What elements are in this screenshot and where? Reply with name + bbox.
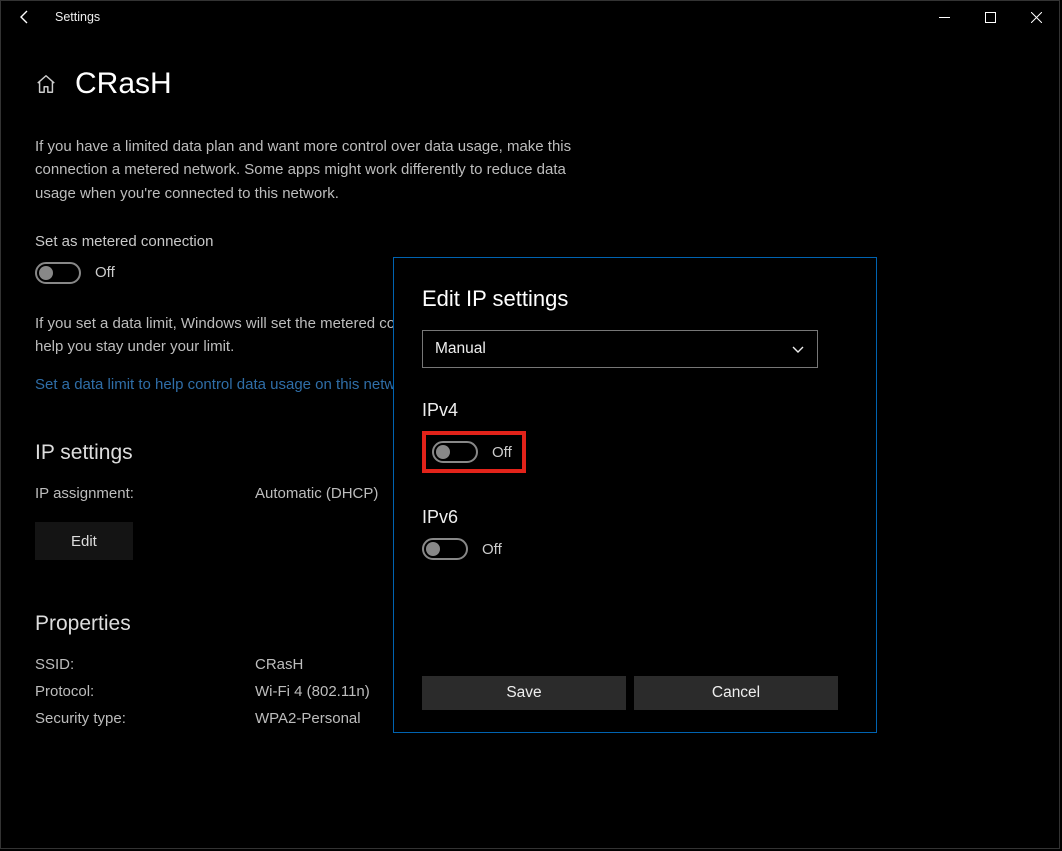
toggle-knob (39, 266, 53, 280)
toggle-knob (426, 542, 440, 556)
ip-assignment-value: Automatic (DHCP) (255, 485, 378, 502)
settings-window: Settings CRasH If you have a limited dat… (0, 0, 1060, 849)
arrow-left-icon (17, 9, 33, 25)
ipv4-heading: IPv4 (422, 400, 848, 421)
ipv4-highlight: Off (422, 431, 526, 473)
titlebar: Settings (1, 1, 1059, 33)
toggle-knob (436, 445, 450, 459)
property-value: CRasH (255, 656, 303, 673)
maximize-button[interactable] (967, 1, 1013, 33)
ipv4-toggle[interactable] (432, 441, 478, 463)
window-title: Settings (49, 10, 100, 24)
property-value: WPA2-Personal (255, 710, 361, 727)
ip-assignment-label: IP assignment: (35, 485, 255, 502)
edit-ip-dialog: Edit IP settings Manual IPv4 Off IPv6 Of… (393, 257, 877, 733)
maximize-icon (985, 12, 996, 23)
home-icon (35, 73, 57, 95)
metered-label: Set as metered connection (35, 233, 607, 250)
minimize-icon (939, 12, 950, 23)
ipv4-toggle-state: Off (492, 444, 512, 461)
property-key: SSID: (35, 656, 255, 673)
dialog-buttons: Save Cancel (422, 676, 838, 710)
close-icon (1031, 12, 1042, 23)
data-limit-link[interactable]: Set a data limit to help control data us… (35, 376, 416, 393)
metered-toggle[interactable] (35, 262, 81, 284)
ip-mode-value: Manual (435, 340, 486, 358)
ipv6-heading: IPv6 (422, 507, 848, 528)
page-header: CRasH (35, 67, 607, 101)
save-button[interactable]: Save (422, 676, 626, 710)
close-button[interactable] (1013, 1, 1059, 33)
property-value: Wi-Fi 4 (802.11n) (255, 683, 370, 700)
ipv6-toggle[interactable] (422, 538, 468, 560)
property-key: Protocol: (35, 683, 255, 700)
edit-button[interactable]: Edit (35, 522, 133, 560)
ip-mode-select[interactable]: Manual (422, 330, 818, 368)
window-controls (921, 1, 1059, 33)
cancel-button[interactable]: Cancel (634, 676, 838, 710)
metered-description: If you have a limited data plan and want… (35, 135, 595, 205)
metered-toggle-state: Off (95, 264, 115, 281)
property-key: Security type: (35, 710, 255, 727)
ipv6-toggle-row: Off (422, 538, 848, 560)
chevron-down-icon (791, 342, 805, 356)
back-button[interactable] (1, 1, 49, 33)
page-title: CRasH (75, 67, 172, 101)
ipv6-toggle-state: Off (482, 541, 502, 558)
dialog-title: Edit IP settings (422, 286, 848, 312)
minimize-button[interactable] (921, 1, 967, 33)
